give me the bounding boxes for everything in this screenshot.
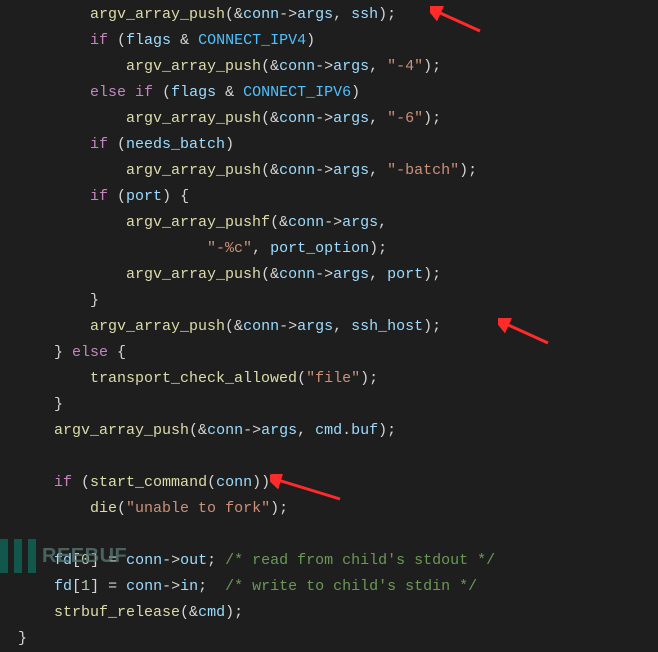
- code-line: }: [0, 288, 658, 314]
- code-line: die("unable to fork");: [0, 496, 658, 522]
- code-line: strbuf_release(&cmd);: [0, 600, 658, 626]
- watermark-text: REEBUF: [42, 543, 127, 569]
- code-line: argv_array_push(&conn->args, port);: [0, 262, 658, 288]
- code-line: if (needs_batch): [0, 132, 658, 158]
- code-line: fd[1] = conn->in; /* write to child's st…: [0, 574, 658, 600]
- watermark: REEBUF: [0, 539, 127, 573]
- code-line: else if (flags & CONNECT_IPV6): [0, 80, 658, 106]
- code-line: "-%c", port_option);: [0, 236, 658, 262]
- code-line: argv_array_push(&conn->args, ssh_host);: [0, 314, 658, 340]
- code-line: argv_array_push(&conn->args, "-6");: [0, 106, 658, 132]
- code-line: }: [0, 392, 658, 418]
- code-line: argv_array_push(&conn->args, ssh);: [0, 2, 658, 28]
- code-line: [0, 444, 658, 470]
- code-line: if (flags & CONNECT_IPV4): [0, 28, 658, 54]
- code-line: }: [0, 626, 658, 652]
- code-line: } else {: [0, 340, 658, 366]
- code-line: argv_array_push(&conn->args, "-batch");: [0, 158, 658, 184]
- code-line: if (start_command(conn)): [0, 470, 658, 496]
- code-line: transport_check_allowed("file");: [0, 366, 658, 392]
- code-line: argv_array_pushf(&conn->args,: [0, 210, 658, 236]
- watermark-bars-icon: [0, 539, 36, 573]
- code-line: argv_array_push(&conn->args, cmd.buf);: [0, 418, 658, 444]
- code-line: argv_array_push(&conn->args, "-4");: [0, 54, 658, 80]
- code-line: if (port) {: [0, 184, 658, 210]
